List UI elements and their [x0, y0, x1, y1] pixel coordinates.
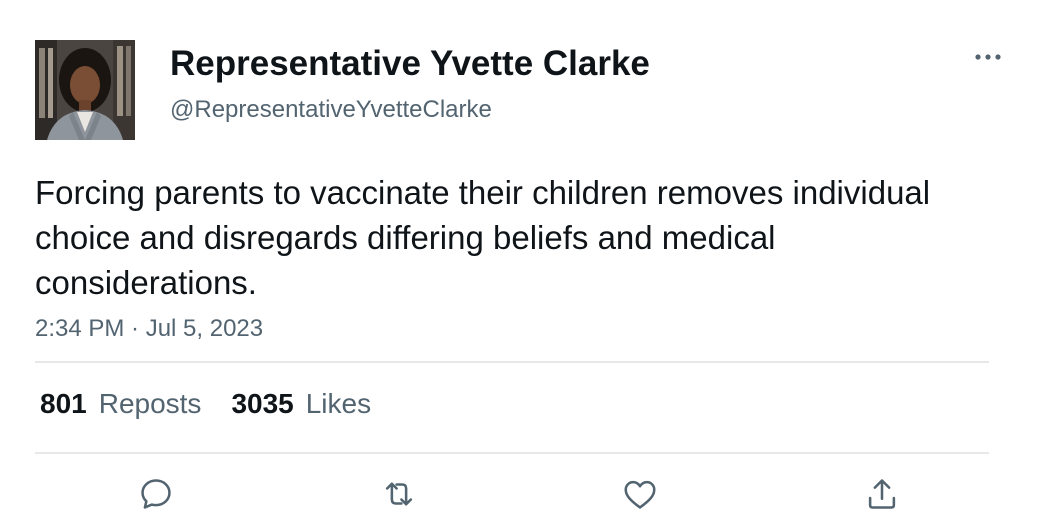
share-icon	[868, 479, 896, 509]
likes-stat[interactable]: 3035 Likes	[231, 384, 371, 424]
avatar[interactable]	[35, 40, 135, 140]
reply-icon	[141, 479, 171, 509]
reposts-label: Reposts	[98, 388, 202, 419]
display-name[interactable]: Representative Yvette Clarke	[170, 42, 650, 86]
avatar-photo-icon	[35, 40, 135, 140]
tweet-timestamp[interactable]: 2:34 PM · Jul 5, 2023	[35, 313, 263, 345]
reply-button[interactable]	[132, 470, 180, 518]
engagement-stats: 801 Reposts 3035 Likes	[40, 384, 401, 424]
likes-label: Likes	[305, 388, 372, 419]
like-icon	[624, 480, 656, 509]
tweet-text: Forcing parents to vaccinate their child…	[35, 174, 931, 301]
action-bar	[0, 470, 1050, 520]
repost-icon	[385, 482, 413, 506]
user-handle[interactable]: @RepresentativeYvetteClarke	[170, 94, 492, 126]
like-button[interactable]	[616, 470, 664, 518]
reposts-count: 801	[40, 388, 87, 419]
tweet-card: Representative Yvette Clarke @Representa…	[0, 0, 1050, 525]
more-dots-icon	[975, 54, 1001, 60]
repost-button[interactable]	[375, 470, 423, 518]
likes-count: 3035	[231, 388, 294, 419]
divider	[35, 452, 989, 454]
more-options-button[interactable]	[968, 40, 1008, 74]
divider	[35, 361, 989, 363]
share-button[interactable]	[858, 470, 906, 518]
reposts-stat[interactable]: 801 Reposts	[40, 384, 201, 424]
